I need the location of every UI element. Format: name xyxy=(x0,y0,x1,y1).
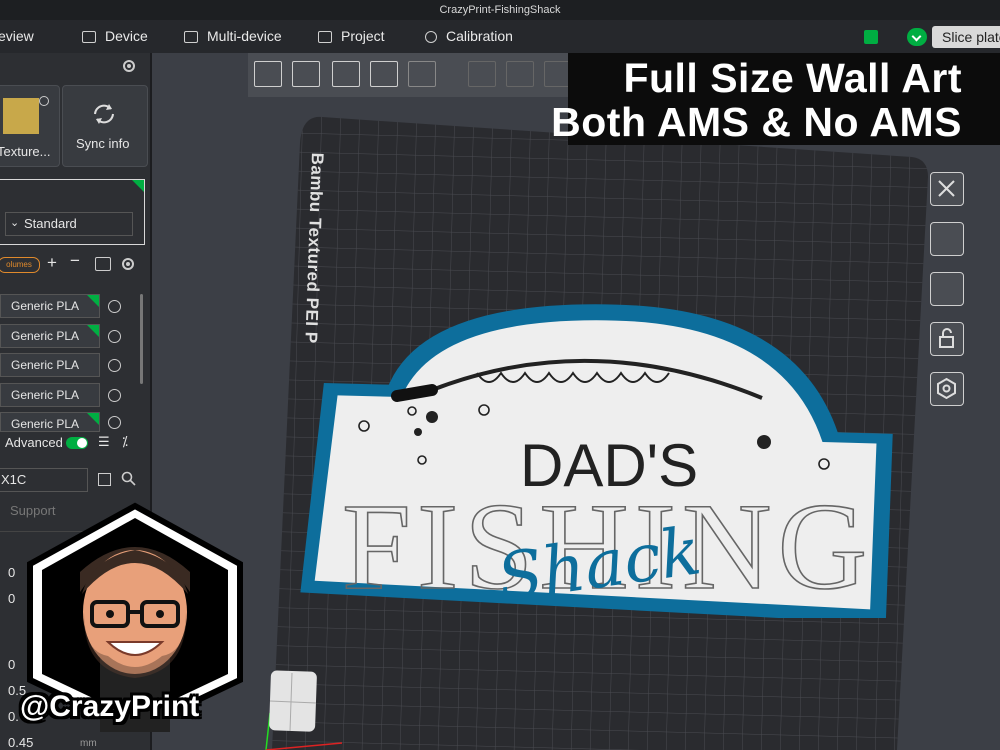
headline-line-1: Full Size Wall Art xyxy=(623,55,962,101)
sign-model[interactable]: DAD'S FISHING Shack xyxy=(292,298,912,618)
filament-row[interactable]: Generic PLA xyxy=(0,412,100,432)
add-filament-icon[interactable]: + xyxy=(47,253,57,273)
close-icon[interactable] xyxy=(930,172,964,206)
menu-device-label: Device xyxy=(105,28,148,44)
multi-device-icon xyxy=(184,31,198,43)
slice-plate-button[interactable]: Slice plate xyxy=(932,26,1000,48)
slice-check-icon[interactable] xyxy=(907,28,927,46)
menu-preview[interactable]: eview xyxy=(0,20,34,53)
filament-settings-gear-icon[interactable] xyxy=(120,256,136,272)
compare-icon[interactable]: ⁒ xyxy=(122,434,128,450)
advanced-toggle[interactable] xyxy=(66,437,88,449)
filament-sync-icon[interactable] xyxy=(95,257,111,271)
field-value[interactable]: 0.45 xyxy=(8,735,33,750)
filament-label: Generic PLA xyxy=(11,417,80,431)
menu-bar: eview Device Multi-device Project Calibr… xyxy=(0,20,1000,53)
remove-filament-icon[interactable]: − xyxy=(70,251,80,271)
chevron-down-icon: ⌄ xyxy=(10,217,20,229)
filament-options-icon[interactable] xyxy=(108,330,121,343)
filament-options-icon[interactable] xyxy=(108,389,121,402)
device-icon xyxy=(82,31,96,43)
gear-icon[interactable] xyxy=(121,58,137,74)
preset-value: Standard xyxy=(24,216,77,231)
plate-layout-icon[interactable] xyxy=(930,272,964,306)
info-icon xyxy=(39,96,49,106)
printer-select[interactable]: X1C xyxy=(0,468,88,492)
filament-flag-icon xyxy=(87,413,99,425)
toggle-knob xyxy=(77,438,87,448)
sync-info-button[interactable]: Sync info xyxy=(62,85,148,167)
advanced-label: Advanced xyxy=(5,435,63,450)
plate-list-icon[interactable] xyxy=(408,61,436,87)
lock-icon[interactable] xyxy=(930,322,964,356)
plate-texture-card[interactable]: Texture... xyxy=(0,85,60,167)
menu-multi-device-label: Multi-device xyxy=(207,28,282,44)
field-value[interactable]: 0 xyxy=(8,565,15,580)
field-value[interactable]: 0 xyxy=(8,657,15,672)
printer-value: X1C xyxy=(1,472,27,487)
preset-flag-icon xyxy=(132,180,144,192)
filament-flag-icon xyxy=(87,295,99,307)
advanced-row: Advanced ☰ ⁒ xyxy=(0,432,150,460)
filament-options-icon[interactable] xyxy=(108,416,121,429)
menu-device[interactable]: Device xyxy=(82,20,148,53)
project-icon xyxy=(318,31,332,43)
field-value[interactable]: 0. xyxy=(8,709,19,724)
filament-scrollbar[interactable] xyxy=(140,294,143,384)
menu-preview-label: eview xyxy=(0,28,34,44)
calibration-icon xyxy=(425,31,437,43)
filament-label: Generic PLA xyxy=(11,358,80,372)
3d-viewport[interactable]: Bambu Textured PEI P DAD'S FISHING Shack xyxy=(152,53,1000,750)
filament-row[interactable]: Generic PLA xyxy=(0,383,100,407)
rotate-icon[interactable] xyxy=(506,61,534,87)
headline-banner: Full Size Wall Art Both AMS & No AMS xyxy=(551,53,1000,145)
canvas-toolbar xyxy=(248,53,598,97)
menu-project-label: Project xyxy=(341,28,385,44)
menu-calibration-label: Calibration xyxy=(446,28,513,44)
field-value[interactable]: 0 xyxy=(8,591,15,606)
move-icon[interactable] xyxy=(468,61,496,87)
preset-panel: ⌄ Standard xyxy=(0,179,145,245)
slice-plate-label: Slice plate xyxy=(942,29,1000,45)
filament-row[interactable]: Generic PLA xyxy=(0,324,100,348)
preset-select[interactable]: ⌄ Standard xyxy=(5,212,133,236)
menu-project[interactable]: Project xyxy=(318,20,385,53)
auto-arrange-icon[interactable] xyxy=(930,222,964,256)
unit-label: mm xyxy=(80,738,97,749)
volumes-badge[interactable]: olumes xyxy=(0,257,40,273)
plate-texture-label: Texture... xyxy=(0,144,51,159)
filament-label: Generic PLA xyxy=(11,329,80,343)
plate-texture-thumbnail xyxy=(3,98,39,134)
volumes-badge-label: olumes xyxy=(6,260,32,269)
filament-row[interactable]: Generic PLA xyxy=(0,294,100,318)
search-icon[interactable] xyxy=(121,471,136,486)
filament-options-icon[interactable] xyxy=(108,359,121,372)
menu-calibration[interactable]: Calibration xyxy=(425,20,513,53)
filament-label: Generic PLA xyxy=(11,388,80,402)
layout-icon[interactable] xyxy=(370,61,398,87)
hexagon-settings-icon[interactable] xyxy=(930,372,964,406)
sync-info-label: Sync info xyxy=(76,136,130,151)
filament-flag-icon xyxy=(87,325,99,337)
creator-handle: @CrazyPrint xyxy=(20,690,200,723)
add-cube-icon[interactable] xyxy=(254,61,282,87)
window-title-bar: CrazyPrint-FishingShack xyxy=(0,0,1000,20)
window-title: CrazyPrint-FishingShack xyxy=(439,4,561,16)
filament-options-icon[interactable] xyxy=(108,300,121,313)
list-icon[interactable]: ☰ xyxy=(98,434,110,450)
menu-multi-device[interactable]: Multi-device xyxy=(184,20,282,53)
save-icon[interactable] xyxy=(98,473,111,486)
filament-label: Generic PLA xyxy=(11,299,80,313)
workspace-icon[interactable] xyxy=(864,30,878,44)
sync-icon xyxy=(94,104,114,124)
filament-row[interactable]: Generic PLA xyxy=(0,353,100,377)
auto-orient-icon[interactable] xyxy=(332,61,360,87)
headline-line-2: Both AMS & No AMS xyxy=(551,99,962,145)
arrange-grid-icon[interactable] xyxy=(292,61,320,87)
